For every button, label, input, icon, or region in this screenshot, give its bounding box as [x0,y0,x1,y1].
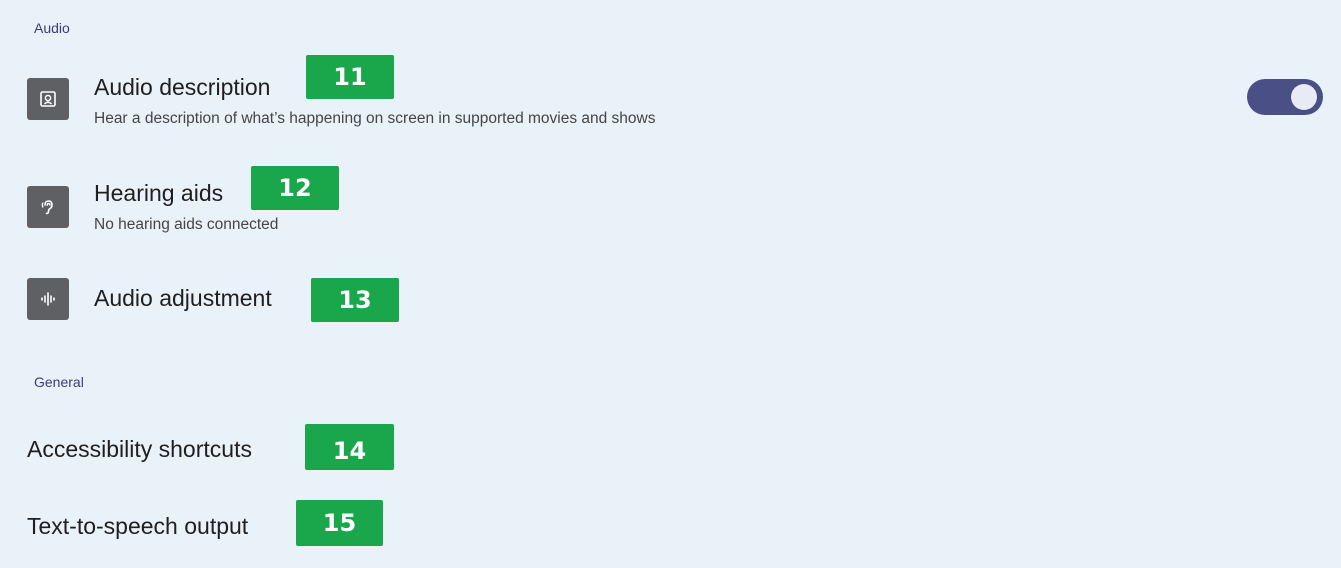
text-to-speech-output-title: Text-to-speech output [27,513,249,539]
hearing-aids-title: Hearing aids [94,180,224,206]
accessibility-shortcuts-title: Accessibility shortcuts [27,436,252,462]
audio-description-toggle[interactable] [1247,79,1323,115]
section-header-audio: Audio [34,20,70,36]
audio-waveform-icon [27,278,69,320]
section-header-general: General [34,374,84,390]
audio-description-subtitle: Hear a description of what’s happening o… [94,110,656,127]
badge-14: 14 [305,424,394,470]
audio-description-icon [27,78,69,120]
audio-description-title: Audio description [94,74,271,100]
badge-13: 13 [311,278,399,322]
badge-12: 12 [251,166,339,210]
hearing-aid-icon [27,186,69,228]
badge-15: 15 [296,500,383,546]
toggle-knob [1291,84,1317,110]
audio-adjustment-title: Audio adjustment [94,285,272,311]
hearing-aids-subtitle: No hearing aids connected [94,216,279,233]
badge-11: 11 [306,55,394,99]
